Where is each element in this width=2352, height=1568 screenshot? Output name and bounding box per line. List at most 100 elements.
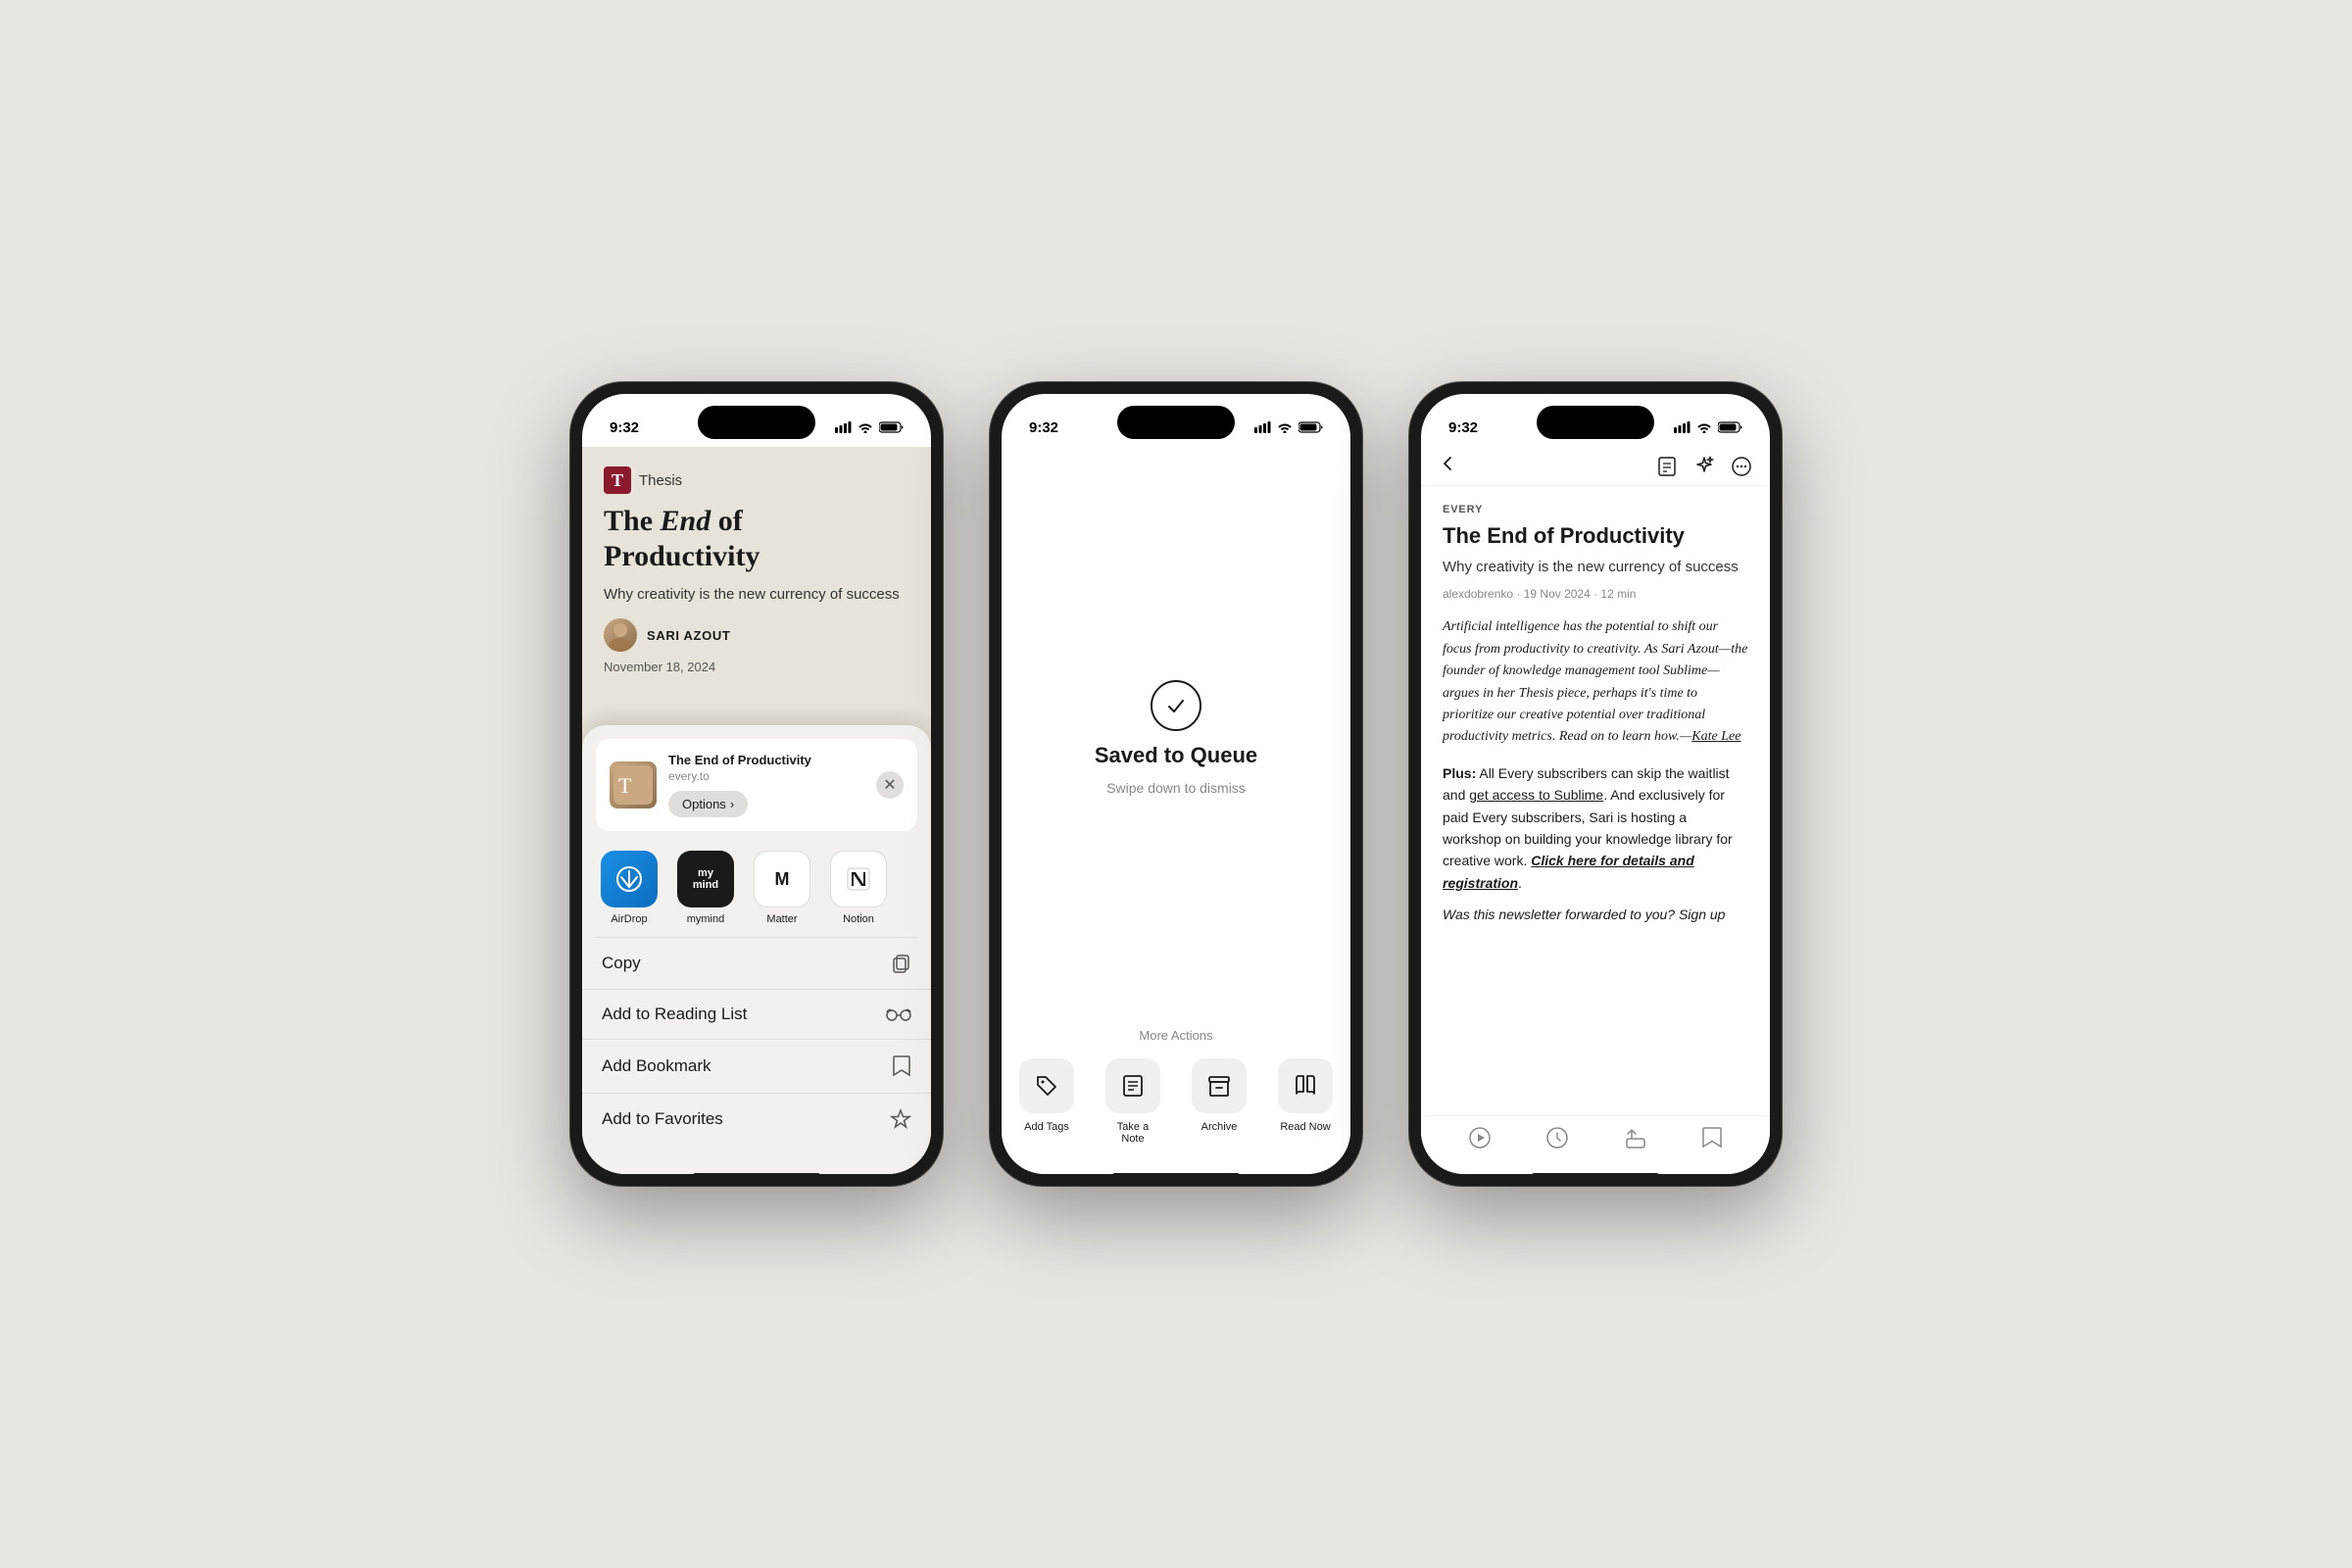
home-indicator-3 <box>1532 1173 1659 1178</box>
book-icon <box>1293 1073 1318 1099</box>
share-reading-list-item[interactable]: Add to Reading List <box>582 990 931 1040</box>
share-app-mymind[interactable]: mymind mymind <box>676 851 735 925</box>
home-indicator-1 <box>693 1173 820 1178</box>
airdrop-label: AirDrop <box>611 913 647 925</box>
share-app-matter[interactable]: M Matter <box>753 851 811 925</box>
dynamic-island-3 <box>1537 406 1654 439</box>
bookmark-icon <box>892 1054 911 1078</box>
action-read-now[interactable]: Read Now <box>1278 1058 1333 1145</box>
bookmark-footer-icon <box>1701 1126 1723 1150</box>
reader-more: Was this newsletter forwarded to you? Si… <box>1443 904 1748 925</box>
star-icon <box>890 1108 911 1130</box>
share-card-thumb: T <box>610 761 657 808</box>
status-time-1: 9:32 <box>610 419 639 436</box>
dynamic-island-1 <box>698 406 815 439</box>
reader-body: EVERY The End of Productivity Why creati… <box>1421 486 1770 943</box>
bookmark-button[interactable] <box>1701 1126 1723 1154</box>
reader-source: EVERY <box>1443 504 1748 515</box>
status-time-3: 9:32 <box>1448 419 1478 436</box>
take-note-label: Take a Note <box>1105 1121 1160 1145</box>
author-row: SARI AZOUT <box>604 618 909 652</box>
share-apps-row: AirDrop mymind mymind M Matt <box>582 843 931 937</box>
archive-icon <box>1206 1073 1232 1099</box>
more-actions-label: More Actions <box>1002 1028 1350 1043</box>
options-button[interactable]: Options › <box>668 791 748 817</box>
battery-icon-3 <box>1718 421 1742 433</box>
author-name: SARI AZOUT <box>647 628 730 643</box>
share-favorites-item[interactable]: Add to Favorites <box>582 1094 931 1145</box>
reader-header-icons <box>1656 456 1752 477</box>
article-title-1: The End ofProductivity <box>604 504 909 574</box>
share-button[interactable] <box>1624 1126 1647 1154</box>
phone1-content: T Thesis The End ofProductivity Why crea… <box>582 447 931 1174</box>
back-button[interactable] <box>1439 455 1456 477</box>
article-date: November 18, 2024 <box>604 660 909 674</box>
svg-text:T: T <box>618 773 632 798</box>
checkmark-icon <box>1164 694 1188 717</box>
phone-1: 9:32 T Thesis The End ofProductivity Why… <box>570 382 943 1186</box>
action-archive[interactable]: Archive <box>1192 1058 1247 1145</box>
sparkle-icon[interactable] <box>1693 456 1715 477</box>
more-actions-section: More Actions Add Tags Take a <box>1002 1028 1350 1174</box>
note-icon <box>1120 1073 1146 1099</box>
dynamic-island-2 <box>1117 406 1235 439</box>
more-actions-row: Add Tags Take a Note Archi <box>1002 1058 1350 1145</box>
take-note-icon-wrap <box>1105 1058 1160 1113</box>
share-bookmark-item[interactable]: Add Bookmark <box>582 1040 931 1094</box>
add-tags-icon-wrap <box>1019 1058 1074 1113</box>
share-close-button[interactable]: ✕ <box>876 771 904 799</box>
share-reading-list-label: Add to Reading List <box>602 1004 747 1024</box>
notion-icon <box>830 851 887 907</box>
share-copy-item[interactable]: Copy <box>582 938 931 990</box>
share-app-airdrop[interactable]: AirDrop <box>600 851 659 925</box>
share-app-notion[interactable]: Notion <box>829 851 888 925</box>
airdrop-icon <box>601 851 658 907</box>
wifi-icon <box>858 421 873 433</box>
add-tags-label: Add Tags <box>1024 1121 1069 1133</box>
tag-icon <box>1034 1073 1059 1099</box>
battery-icon <box>879 421 904 433</box>
share-favorites-label: Add to Favorites <box>602 1109 723 1129</box>
share-icon <box>1624 1126 1647 1150</box>
phone2-content: Saved to Queue Swipe down to dismiss Mor… <box>1002 447 1350 1174</box>
phone1-article: T Thesis The End ofProductivity Why crea… <box>582 447 931 698</box>
action-take-note[interactable]: Take a Note <box>1105 1058 1160 1145</box>
archive-label: Archive <box>1201 1121 1238 1133</box>
progress-icon <box>1545 1126 1569 1150</box>
reader-plus: Plus: All Every subscribers can skip the… <box>1443 762 1748 894</box>
reader-excerpt: Artificial intelligence has the potentia… <box>1443 616 1748 748</box>
thesis-name: Thesis <box>639 472 682 489</box>
phone-3: 9:32 <box>1409 382 1782 1186</box>
more-icon[interactable] <box>1731 456 1752 477</box>
share-card-title: The End of Productivity <box>668 753 864 767</box>
reader-footer <box>1421 1115 1770 1174</box>
phone-2: 9:32 Saved to Queue Swipe down to dismis… <box>990 382 1362 1186</box>
notion-label: Notion <box>843 913 874 925</box>
saved-main: Saved to Queue Swipe down to dismiss <box>1095 447 1257 1028</box>
status-icons-3 <box>1674 421 1742 433</box>
status-icons-1 <box>835 421 904 433</box>
reader-header <box>1421 447 1770 486</box>
share-bookmark-label: Add Bookmark <box>602 1056 711 1076</box>
mymind-label: mymind <box>687 913 725 925</box>
reader-meta: alexdobrenko · 19 Nov 2024 · 12 min <box>1443 587 1748 601</box>
signal-icon-3 <box>1674 421 1690 433</box>
action-add-tags[interactable]: Add Tags <box>1019 1058 1074 1145</box>
scene: 9:32 T Thesis The End ofProductivity Why… <box>512 323 1840 1245</box>
matter-label: Matter <box>766 913 797 925</box>
glasses-icon <box>886 1006 911 1022</box>
progress-button[interactable] <box>1545 1126 1569 1154</box>
archive-icon-wrap <box>1192 1058 1247 1113</box>
home-indicator-2 <box>1112 1173 1240 1178</box>
notes-icon[interactable] <box>1656 456 1678 477</box>
play-button[interactable] <box>1468 1126 1492 1154</box>
signal-icon-2 <box>1254 421 1271 433</box>
wifi-icon-3 <box>1696 421 1712 433</box>
share-copy-label: Copy <box>602 954 641 973</box>
check-circle <box>1151 680 1201 731</box>
saved-title: Saved to Queue <box>1095 743 1257 768</box>
matter-icon: M <box>754 851 810 907</box>
back-icon <box>1439 455 1456 472</box>
mymind-icon: mymind <box>677 851 734 907</box>
battery-icon-2 <box>1298 421 1323 433</box>
